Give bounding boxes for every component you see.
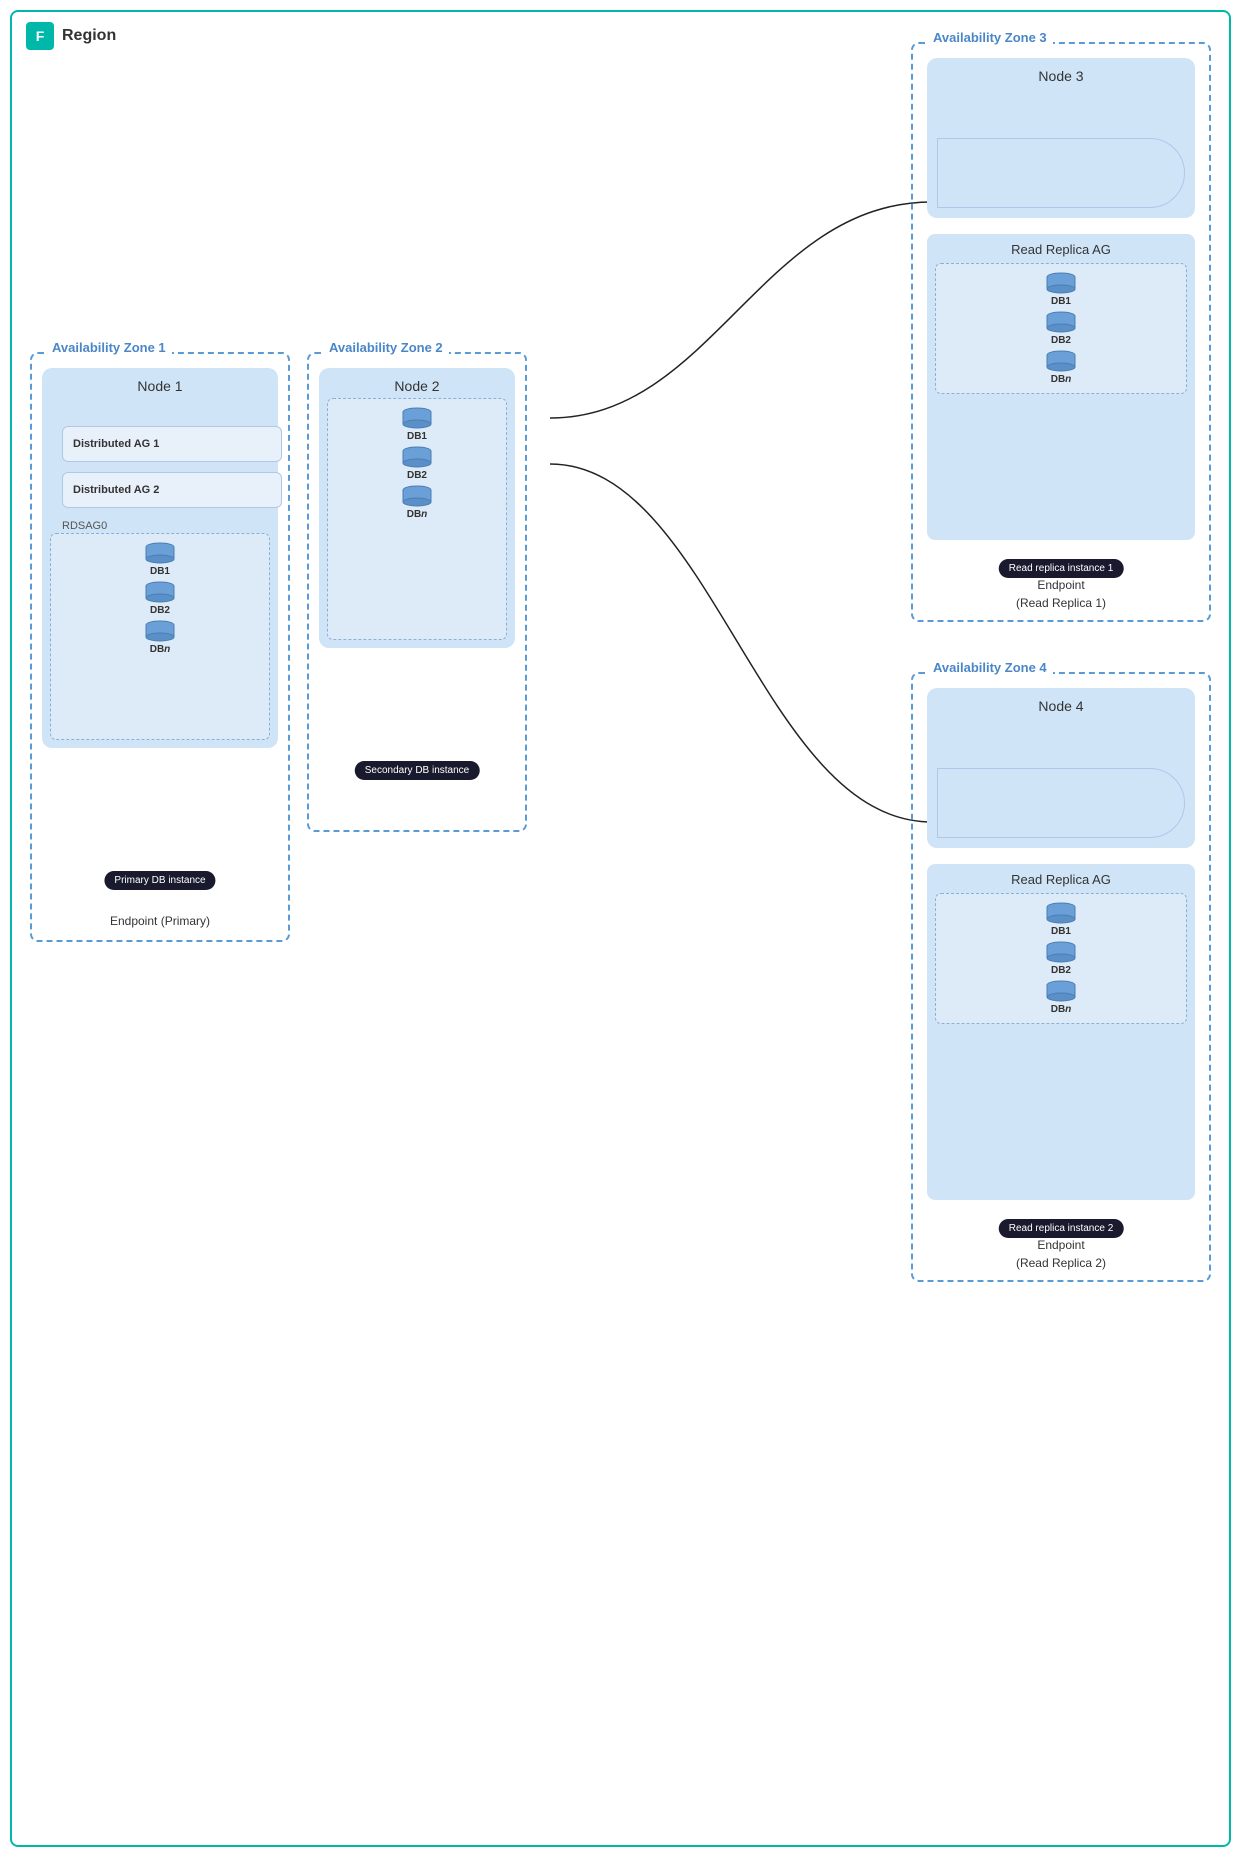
az4-endpoint: Endpoint(Read Replica 2) bbox=[913, 1236, 1209, 1272]
node3-box: Node 3 bbox=[927, 58, 1195, 218]
node4-title: Node 4 bbox=[937, 698, 1185, 714]
az1-db-group: DB1 DB2 bbox=[50, 533, 270, 740]
az2-title: Availability Zone 2 bbox=[323, 340, 449, 355]
availability-zone-2: Availability Zone 2 Node 2 bbox=[307, 352, 527, 832]
region-label: Region bbox=[62, 27, 116, 45]
node4-curve bbox=[937, 768, 1185, 838]
rdsag-label: RDSAG0 bbox=[62, 520, 107, 532]
az1-dbn: DBn bbox=[144, 620, 176, 655]
az4-dbn: DBn bbox=[1045, 980, 1077, 1015]
az2-dbn: DBn bbox=[401, 485, 433, 520]
az2-db1: DB1 bbox=[401, 407, 433, 442]
az3-title: Availability Zone 3 bbox=[927, 30, 1053, 45]
az4-db1: DB1 bbox=[1045, 902, 1077, 937]
node4-box: Node 4 bbox=[927, 688, 1195, 848]
az3-dbn: DBn bbox=[1045, 350, 1077, 385]
node2-box: Node 2 DB1 bbox=[319, 368, 515, 648]
az4-db2: DB2 bbox=[1045, 941, 1077, 976]
az4-title: Availability Zone 4 bbox=[927, 660, 1053, 675]
az1-instance-badge-wrapper: Primary DB instance bbox=[104, 870, 215, 888]
region-icon: F bbox=[26, 22, 54, 50]
az1-db1-icon bbox=[144, 542, 176, 564]
az2-instance-badge-wrapper: Secondary DB instance bbox=[355, 760, 480, 778]
az4-instance-badge-wrapper: Read replica instance 2 bbox=[999, 1218, 1124, 1236]
az2-instance-badge: Secondary DB instance bbox=[355, 761, 480, 780]
node3-title: Node 3 bbox=[937, 68, 1185, 84]
az3-instance-badge-wrapper: Read replica instance 1 bbox=[999, 558, 1124, 576]
availability-zone-1: Availability Zone 1 Node 1 Distributed A… bbox=[30, 352, 290, 942]
az1-dbn-icon bbox=[144, 620, 176, 642]
node1-title: Node 1 bbox=[52, 378, 268, 394]
az4-db-group: DB1 DB2 bbox=[935, 893, 1187, 1024]
az2-db-group: DB1 DB2 bbox=[327, 398, 507, 640]
node1-box: Node 1 Distributed AG 1 Distributed AG 2… bbox=[42, 368, 278, 748]
az1-instance-badge: Primary DB instance bbox=[104, 871, 215, 890]
az3-db-group: DB1 DB2 bbox=[935, 263, 1187, 394]
az3-db2: DB2 bbox=[1045, 311, 1077, 346]
az1-endpoint: Endpoint (Primary) bbox=[32, 912, 288, 930]
node3-curve bbox=[937, 138, 1185, 208]
az3-db1: DB1 bbox=[1045, 272, 1077, 307]
az4-rr-ag-box: Read Replica AG DB1 bbox=[927, 864, 1195, 1200]
az1-db2: DB2 bbox=[144, 581, 176, 616]
availability-zone-4: Availability Zone 4 Node 4 Read Replica … bbox=[911, 672, 1211, 1282]
az2-db2: DB2 bbox=[401, 446, 433, 481]
availability-zone-3: Availability Zone 3 Node 3 Read Replica … bbox=[911, 42, 1211, 622]
az3-rr-ag-box: Read Replica AG DB1 bbox=[927, 234, 1195, 540]
az1-db2-icon bbox=[144, 581, 176, 603]
region-container: F Region Availability Zone 1 Node 1 Dist… bbox=[10, 10, 1231, 1847]
az3-endpoint: Endpoint(Read Replica 1) bbox=[913, 576, 1209, 612]
distributed-ag1-bar: Distributed AG 1 bbox=[62, 426, 282, 462]
distributed-ag2-bar: Distributed AG 2 bbox=[62, 472, 282, 508]
az1-db1: DB1 bbox=[144, 542, 176, 577]
az3-rr-ag-title: Read Replica AG bbox=[935, 242, 1187, 257]
az4-rr-ag-title: Read Replica AG bbox=[935, 872, 1187, 887]
az1-title: Availability Zone 1 bbox=[46, 340, 172, 355]
node2-title: Node 2 bbox=[329, 378, 505, 394]
